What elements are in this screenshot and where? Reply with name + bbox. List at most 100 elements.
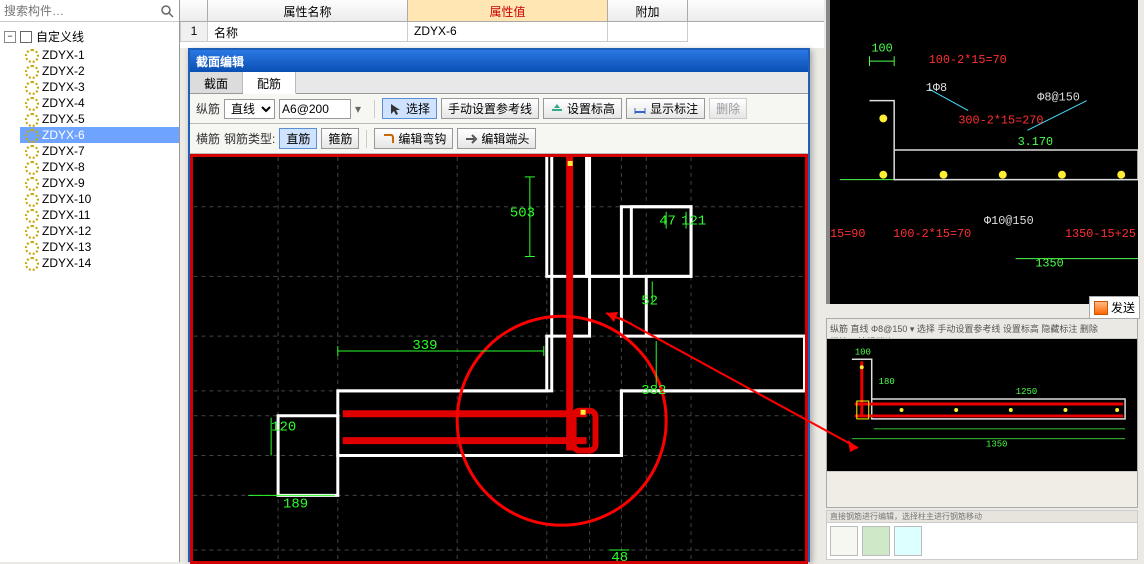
- tree-item-zdyx-10[interactable]: ZDYX-10: [20, 191, 179, 207]
- set-elevation-button[interactable]: 设置标高: [543, 98, 622, 119]
- node-icon: [24, 176, 38, 190]
- node-icon: [24, 80, 38, 94]
- select-button[interactable]: 选择: [382, 98, 437, 119]
- tree-item-zdyx-2[interactable]: ZDYX-2: [20, 63, 179, 79]
- dialog-title: 截面编辑: [196, 53, 244, 70]
- tree-item-zdyx-11[interactable]: ZDYX-11: [20, 207, 179, 223]
- toolbar-row-2: 横筋 钢筋类型: 直筋 箍筋 编辑弯钩 编辑端头: [190, 124, 808, 154]
- section-editor-dialog: 截面编辑 截面 配筋 纵筋 直线 ▾ 选择 手动设置参考线 设置标高 显示标注 …: [188, 48, 810, 562]
- node-icon: [24, 192, 38, 206]
- send-icon: [1094, 301, 1108, 315]
- mini-item[interactable]: [862, 526, 890, 556]
- rebar-spec-combo[interactable]: [279, 99, 351, 119]
- tree-item-zdyx-7[interactable]: ZDYX-7: [20, 143, 179, 159]
- collapse-icon[interactable]: −: [4, 31, 16, 43]
- stirrup-button[interactable]: 箍筋: [321, 128, 359, 149]
- cursor-icon: [389, 102, 403, 116]
- dialog-title-bar[interactable]: 截面编辑: [190, 50, 808, 72]
- tree-item-label: ZDYX-5: [42, 112, 85, 126]
- tree-item-label: ZDYX-2: [42, 64, 85, 78]
- svg-text:180: 180: [879, 377, 895, 387]
- tree-item-label: ZDYX-3: [42, 80, 85, 94]
- node-icon: [24, 96, 38, 110]
- dialog-tabs: 截面 配筋: [190, 72, 808, 94]
- thumb-canvas[interactable]: 100 180 1250 1350: [827, 339, 1137, 471]
- edit-hook-button[interactable]: 编辑弯钩: [374, 128, 453, 149]
- node-icon: [24, 64, 38, 78]
- svg-text:300-2*15=270: 300-2*15=270: [958, 113, 1043, 127]
- node-icon: [24, 224, 38, 238]
- dim-52: 52: [641, 293, 658, 309]
- dim-121: 121: [681, 214, 706, 230]
- delete-button[interactable]: 删除: [709, 98, 747, 119]
- properties-header: 属性名称 属性值 附加: [180, 0, 824, 22]
- dim-189: 189: [283, 496, 308, 512]
- end-icon: [464, 132, 478, 146]
- tree-item-zdyx-13[interactable]: ZDYX-13: [20, 239, 179, 255]
- row-name: 名称: [208, 22, 408, 42]
- thumb-footer: [827, 471, 1137, 507]
- mini-item[interactable]: [894, 526, 922, 556]
- vbar-label: 纵筋: [196, 100, 220, 117]
- search-bar: [0, 0, 179, 22]
- manual-refline-button[interactable]: 手动设置参考线: [441, 98, 539, 119]
- tree-item-zdyx-1[interactable]: ZDYX-1: [20, 47, 179, 63]
- svg-text:100-2*15=70: 100-2*15=70: [893, 227, 971, 241]
- thumb-toolbar: 纵筋 直线 Φ8@150 ▾ 选择 手动设置参考线 设置标高 隐藏标注 删除横筋…: [827, 319, 1137, 339]
- dim-382: 382: [641, 383, 666, 399]
- tree-item-zdyx-8[interactable]: ZDYX-8: [20, 159, 179, 175]
- node-icon: [24, 112, 38, 126]
- tree-item-zdyx-5[interactable]: ZDYX-5: [20, 111, 179, 127]
- tree-item-label: ZDYX-10: [42, 192, 91, 206]
- tree-item-zdyx-6[interactable]: ZDYX-6: [20, 127, 179, 143]
- tree-item-label: ZDYX-4: [42, 96, 85, 110]
- hook-icon: [381, 132, 395, 146]
- tree-item-label: ZDYX-6: [42, 128, 85, 142]
- cad-preview-panel[interactable]: 100 100-2*15=70 1Φ8 Φ8@150 300-2*15=270 …: [826, 0, 1138, 304]
- dim-120: 120: [271, 420, 296, 436]
- tree-item-zdyx-14[interactable]: ZDYX-14: [20, 255, 179, 271]
- dropdown-icon[interactable]: ▾: [355, 102, 367, 116]
- section-canvas[interactable]: 503 47 121 52 339 382 120 189 48: [190, 154, 808, 564]
- search-icon[interactable]: [159, 3, 175, 19]
- node-icon: [24, 48, 38, 62]
- node-icon: [24, 144, 38, 158]
- bottom-hint: 直接钢筋进行编辑，选择柱主进行钢筋移动: [827, 511, 1137, 523]
- node-icon: [24, 128, 38, 142]
- tree-item-zdyx-4[interactable]: ZDYX-4: [20, 95, 179, 111]
- line-type-select[interactable]: 直线: [224, 99, 275, 119]
- tree-root[interactable]: − 自定义线: [0, 26, 179, 47]
- svg-text:Φ10@150: Φ10@150: [984, 214, 1034, 228]
- tree-panel: − 自定义线 ZDYX-1ZDYX-2 ZDYX-3 ZDYX-4 ZDYX-5 ZDY…: [0, 0, 180, 562]
- svg-text:1Φ8: 1Φ8: [926, 81, 947, 95]
- send-button[interactable]: 发送: [1089, 296, 1140, 319]
- hbar-label: 横筋: [196, 130, 220, 147]
- svg-text:100: 100: [871, 41, 892, 55]
- tree-item-zdyx-3[interactable]: ZDYX-3: [20, 79, 179, 95]
- mini-item[interactable]: [830, 526, 858, 556]
- search-input[interactable]: [4, 4, 159, 18]
- row-value: ZDYX-6: [408, 22, 608, 42]
- tree-item-label: ZDYX-13: [42, 240, 91, 254]
- svg-text:Φ8@150: Φ8@150: [1037, 91, 1080, 105]
- table-row[interactable]: 1 名称 ZDYX-6: [180, 22, 824, 42]
- tree-item-label: ZDYX-9: [42, 176, 85, 190]
- folder-icon: [20, 31, 32, 43]
- show-dimension-button[interactable]: 显示标注: [626, 98, 705, 119]
- elevation-icon: [550, 102, 564, 116]
- tab-rebar[interactable]: 配筋: [243, 72, 296, 94]
- tree-root-label: 自定义线: [36, 28, 84, 45]
- thumbnail-panel: 纵筋 直线 Φ8@150 ▾ 选择 手动设置参考线 设置标高 隐藏标注 删除横筋…: [826, 318, 1138, 508]
- svg-text:15=90: 15=90: [830, 227, 866, 241]
- svg-text:1350-15+25: 1350-15+25: [1065, 227, 1136, 241]
- dim-48: 48: [611, 550, 628, 561]
- tree-item-zdyx-12[interactable]: ZDYX-12: [20, 223, 179, 239]
- node-icon: [24, 240, 38, 254]
- edit-end-button[interactable]: 编辑端头: [457, 128, 536, 149]
- tab-section[interactable]: 截面: [190, 72, 243, 93]
- col-name: 属性名称: [208, 0, 408, 21]
- tree-item-zdyx-9[interactable]: ZDYX-9: [20, 175, 179, 191]
- straight-rebar-button[interactable]: 直筋: [279, 128, 317, 149]
- node-icon: [24, 256, 38, 270]
- svg-text:1350: 1350: [1035, 257, 1063, 271]
